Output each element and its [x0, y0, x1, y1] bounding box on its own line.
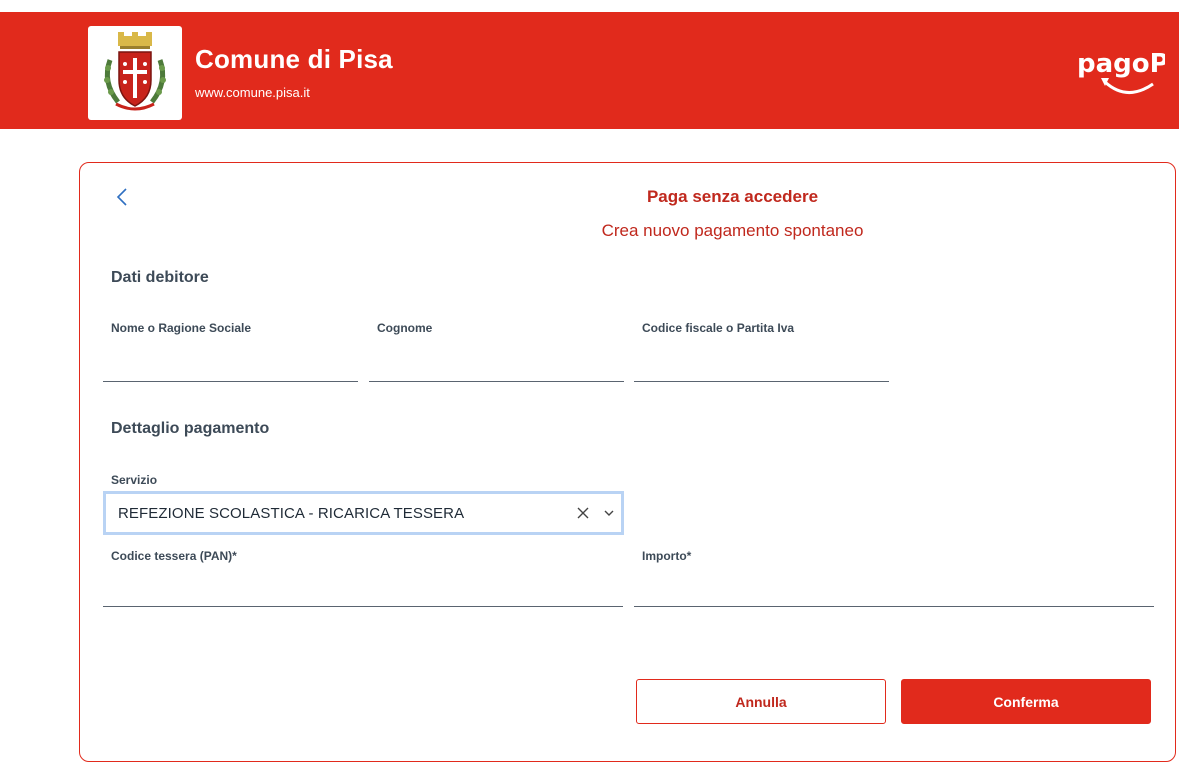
- pagopa-brand-text: pagoPA: [1077, 49, 1165, 79]
- payment-form-card: Paga senza accedere Crea nuovo pagamento…: [79, 162, 1176, 762]
- chevron-down-icon[interactable]: [603, 508, 615, 518]
- surname-field[interactable]: [369, 358, 624, 382]
- municipality-url[interactable]: www.comune.pisa.it: [195, 85, 310, 100]
- card-code-label: Codice tessera (PAN)*: [111, 549, 237, 563]
- pagopa-logo-icon[interactable]: pagoPA: [1075, 34, 1165, 104]
- page-subtitle: Crea nuovo pagamento spontaneo: [601, 221, 864, 240]
- amount-label: Importo*: [642, 549, 692, 563]
- pisa-coat-of-arms-icon: [104, 32, 166, 111]
- service-select[interactable]: REFEZIONE SCOLASTICA - RICARICA TESSERA: [103, 491, 624, 535]
- debtor-section-title: Dati debitore: [111, 269, 209, 286]
- coat-of-arms-logo[interactable]: [88, 26, 182, 120]
- payment-section-title: Dettaglio pagamento: [111, 420, 270, 437]
- cancel-button[interactable]: Annulla: [636, 679, 886, 724]
- taxcode-field[interactable]: [634, 358, 889, 382]
- service-select-value: REFEZIONE SCOLASTICA - RICARICA TESSERA: [118, 504, 465, 522]
- name-label: Nome o Ragione Sociale: [111, 321, 252, 335]
- municipality-name[interactable]: Comune di Pisa: [195, 44, 393, 75]
- clear-icon[interactable]: [575, 505, 591, 521]
- page-title: Paga senza accedere: [646, 187, 819, 206]
- card-code-field[interactable]: [103, 583, 623, 607]
- taxcode-label: Codice fiscale o Partita Iva: [642, 321, 795, 335]
- name-field[interactable]: [103, 358, 358, 382]
- surname-label: Cognome: [377, 321, 433, 335]
- amount-field[interactable]: [634, 583, 1154, 607]
- service-label: Servizio: [111, 473, 158, 487]
- app-header: Comune di Pisa www.comune.pisa.it pagoPA: [0, 12, 1179, 129]
- confirm-button[interactable]: Conferma: [901, 679, 1151, 724]
